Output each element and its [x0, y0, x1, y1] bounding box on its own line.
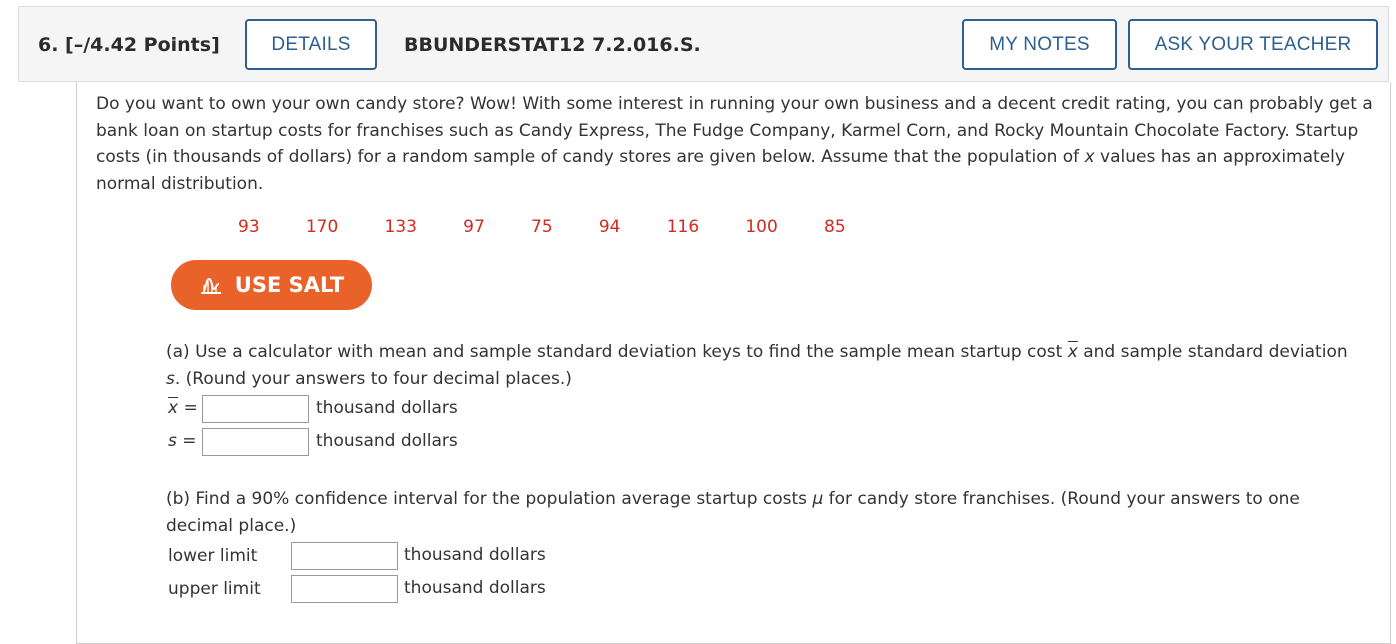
problem-code: BBUNDERSTAT12 7.2.016.S.: [404, 34, 701, 56]
part-b-prompt: (b) Find a 90% confidence interval for t…: [166, 486, 1366, 539]
upper-limit-label: upper limit: [168, 579, 261, 599]
question-header: 6. [–/4.42 Points] DETAILS BBUNDERSTAT12…: [18, 6, 1389, 82]
s-answer-input[interactable]: [202, 428, 309, 456]
lower-limit-label: lower limit: [168, 546, 258, 566]
s-answer-label: s =: [168, 431, 197, 451]
s-label-symbol: s: [168, 431, 177, 451]
problem-statement: Do you want to own your own candy store?…: [96, 91, 1376, 197]
xbar-answer-label: x =: [168, 398, 198, 418]
use-salt-label: USE SALT: [234, 273, 345, 297]
s-equals: =: [182, 431, 197, 451]
s-unit-label: thousand dollars: [316, 431, 458, 451]
use-salt-button[interactable]: USE SALT: [171, 260, 372, 310]
part-b-text-1: (b) Find a 90% confidence interval for t…: [166, 489, 813, 509]
xbar-equals: =: [183, 398, 198, 418]
ask-your-teacher-button[interactable]: ASK YOUR TEACHER: [1128, 19, 1378, 70]
s-symbol: s: [166, 368, 175, 389]
lower-limit-input[interactable]: [291, 542, 398, 570]
upper-limit-unit-label: thousand dollars: [404, 578, 546, 598]
sample-data-values: 93 170 133 97 75 94 116 100 85: [238, 217, 846, 237]
part-a-text-2: and sample standard deviation: [1077, 342, 1348, 362]
my-notes-button[interactable]: MY NOTES: [962, 19, 1117, 70]
xbar-answer-input[interactable]: [202, 395, 309, 423]
part-a-text-3: . (Round your answers to four decimal pl…: [174, 368, 572, 389]
part-a-prompt: (a) Use a calculator with mean and sampl…: [166, 339, 1356, 392]
salt-chart-icon: [200, 277, 221, 294]
mu-symbol: μ: [812, 489, 824, 509]
xbar-label-symbol: x: [168, 398, 179, 418]
intro-var-x: x: [1084, 147, 1095, 167]
part-a-text-1: (a) Use a calculator with mean and sampl…: [166, 342, 1068, 362]
upper-limit-input[interactable]: [291, 575, 398, 603]
question-points-label: 6. [–/4.42 Points]: [38, 34, 220, 56]
lower-limit-unit-label: thousand dollars: [404, 545, 546, 565]
xbar-symbol: x: [1067, 342, 1078, 362]
xbar-unit-label: thousand dollars: [316, 398, 458, 418]
details-button[interactable]: DETAILS: [245, 19, 377, 70]
